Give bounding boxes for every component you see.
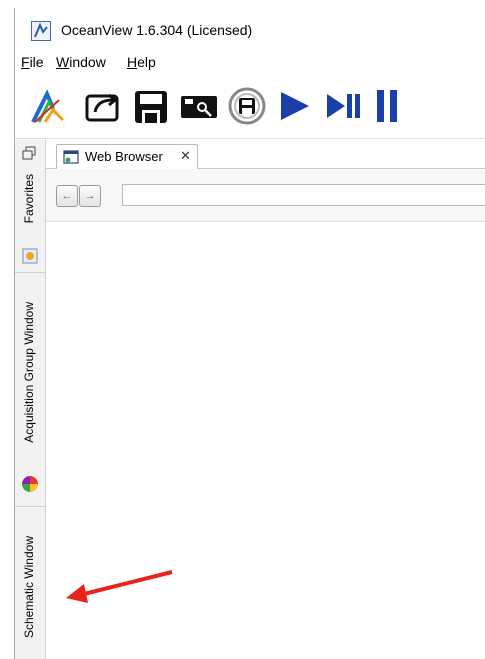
menu-bar: File Window Help [15,52,485,76]
toolbar [15,78,485,139]
forward-button[interactable]: → [79,185,101,207]
save-icon[interactable] [129,82,173,130]
url-input[interactable] [122,184,485,206]
schematic-window-label: Schematic Window [22,536,36,639]
play-pause-icon[interactable] [321,82,365,130]
restore-icon[interactable] [22,146,36,160]
favorites-label: Favorites [22,174,36,224]
menu-file[interactable]: File [21,54,44,70]
menu-help[interactable]: Help [127,54,156,70]
browser-nav-bar: ← → [46,169,485,222]
dock-tab-acquisition-group[interactable]: Acquisition Group Window [15,272,45,507]
left-dock-panel: Favorites Acquisition Group Window Schem… [15,140,46,659]
close-icon[interactable]: ✕ [180,148,191,164]
oceanview-window: OceanView 1.6.304 (Licensed) File Window… [14,8,485,659]
play-icon[interactable] [273,82,317,130]
window-title: OceanView 1.6.304 (Licensed) [61,22,253,38]
open-icon[interactable] [81,82,125,130]
favorites-icon [22,248,38,264]
title-bar: OceanView 1.6.304 (Licensed) [15,8,485,50]
app-logo-icon [31,21,51,41]
web-browser-icon [63,150,79,164]
dock-tab-favorites[interactable]: Favorites [15,168,45,273]
browser-content-area[interactable] [46,222,485,659]
menu-window[interactable]: Window [56,54,106,70]
oceanview-logo-icon[interactable] [27,82,71,130]
camera-icon[interactable] [177,82,221,130]
tab-web-browser-label: Web Browser [85,149,163,164]
document-tab-bar: Web Browser ✕ [46,140,485,169]
acquisition-color-wheel-icon [22,476,38,492]
save-all-icon[interactable] [225,82,269,130]
acquisition-group-label: Acquisition Group Window [22,302,36,443]
back-button[interactable]: ← [56,185,78,207]
tab-web-browser[interactable]: Web Browser ✕ [56,144,198,169]
dock-tab-schematic-window[interactable]: Schematic Window [15,506,45,658]
pause-icon[interactable] [365,82,409,130]
